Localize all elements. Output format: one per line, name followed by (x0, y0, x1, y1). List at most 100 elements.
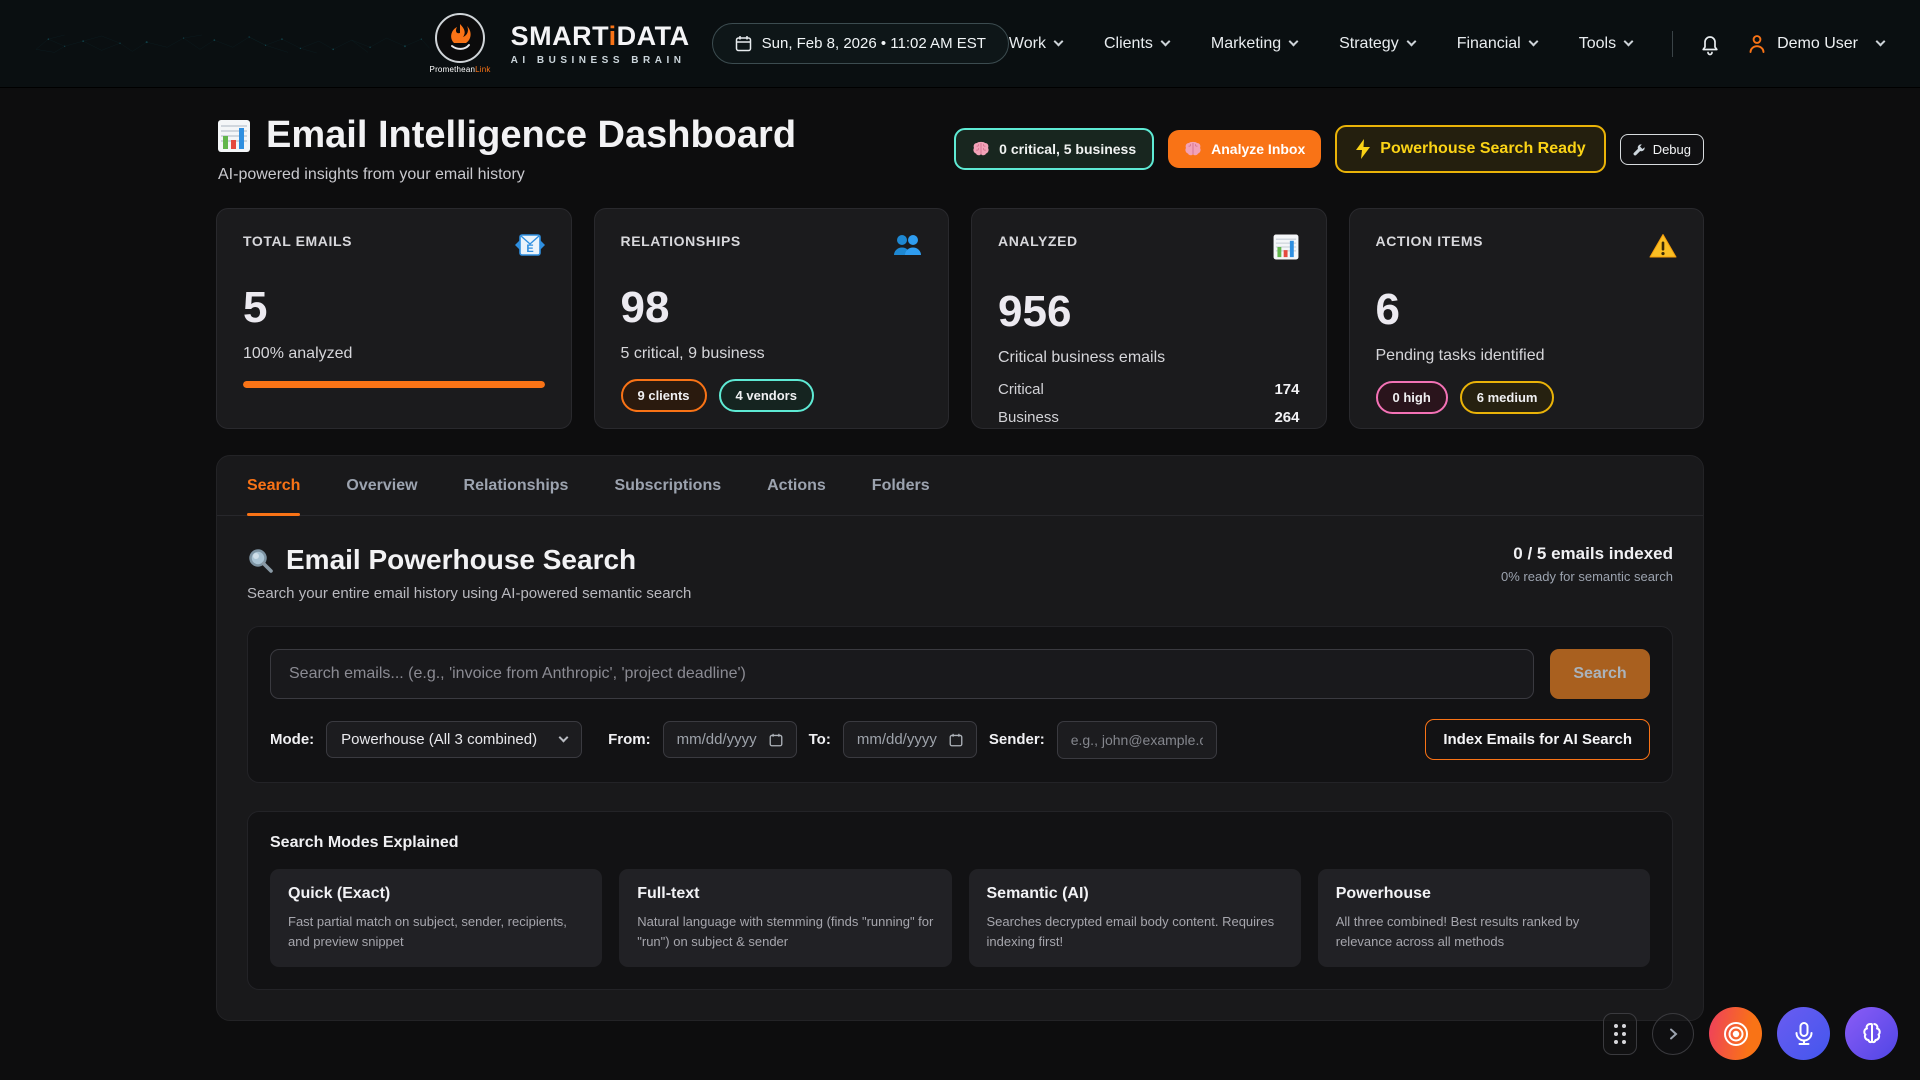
search-box-panel: Search Mode: Powerhouse (All 3 combined)… (247, 626, 1673, 783)
drag-handle-grid-button[interactable] (1603, 1013, 1637, 1055)
promethean-logo-icon (435, 13, 485, 63)
stats-row: TOTAL EMAILS E 5 100% analyzed RELATIONS… (216, 208, 1704, 429)
critical-count-row: Critical174 (998, 381, 1300, 398)
people-icon (892, 233, 922, 257)
tab-actions[interactable]: Actions (767, 456, 826, 515)
svg-text:E: E (526, 243, 533, 255)
vendors-pill: 4 vendors (719, 379, 814, 412)
brain-icon (1859, 1021, 1885, 1047)
powerhouse-ready-badge: Powerhouse Search Ready (1335, 125, 1605, 173)
floating-action-bar (1603, 1007, 1898, 1060)
chevron-down-icon (1528, 37, 1538, 47)
index-status: 0 / 5 emails indexed 0% ready for semant… (1501, 544, 1673, 584)
tab-relationships[interactable]: Relationships (464, 456, 569, 515)
microphone-icon (1791, 1021, 1817, 1047)
dashboard-tab-panel: Search Overview Relationships Subscripti… (216, 455, 1704, 1021)
indexed-count: 0 / 5 emails indexed (1501, 544, 1673, 564)
main-content: Email Intelligence Dashboard AI-powered … (216, 88, 1704, 1021)
nav-item-clients[interactable]: Clients (1104, 35, 1169, 53)
mode-card-fulltext: Full-text Natural language with stemming… (619, 869, 951, 967)
nav-right-group: Demo User (1672, 31, 1884, 57)
stat-value: 5 (243, 283, 545, 333)
to-date-input[interactable]: mm/dd/yyyy (843, 721, 977, 758)
nav-item-marketing[interactable]: Marketing (1211, 35, 1297, 53)
tab-folders[interactable]: Folders (872, 456, 930, 515)
chevron-down-icon (1289, 37, 1299, 47)
mode-card-quick: Quick (Exact) Fast partial match on subj… (270, 869, 602, 967)
brand-tagline: AI BUSINESS BRAIN (511, 55, 690, 66)
stat-card-action-items: ACTION ITEMS 6 Pending tasks identified … (1349, 208, 1705, 429)
search-tab-content: Email Powerhouse Search Search your enti… (217, 516, 1703, 1020)
stat-subtext: 100% analyzed (243, 345, 545, 363)
brain-fab-button[interactable] (1845, 1007, 1898, 1060)
user-name: Demo User (1777, 35, 1858, 53)
datetime-text: Sun, Feb 8, 2026 • 11:02 AM EST (762, 35, 986, 52)
search-mode-select[interactable]: Powerhouse (All 3 combined) (326, 721, 582, 758)
datetime-pill: Sun, Feb 8, 2026 • 11:02 AM EST (712, 23, 1009, 64)
bar-chart-icon (216, 118, 252, 154)
header-badges: 0 critical, 5 business Analyze Inbox Pow… (954, 125, 1704, 173)
warning-icon (1649, 233, 1677, 259)
network-background-decoration (36, 0, 430, 88)
high-priority-pill: 0 high (1376, 381, 1448, 414)
page-header: Email Intelligence Dashboard AI-powered … (216, 88, 1704, 184)
from-date-input[interactable]: mm/dd/yyyy (663, 721, 797, 758)
search-modes-panel: Search Modes Explained Quick (Exact) Fas… (247, 811, 1673, 990)
sender-label: Sender: (989, 731, 1045, 748)
clients-pill: 9 clients (621, 379, 707, 412)
stat-card-relationships: RELATIONSHIPS 98 5 critical, 9 business … (594, 208, 950, 429)
search-button[interactable]: Search (1550, 649, 1650, 699)
calendar-icon (769, 733, 783, 747)
tab-subscriptions[interactable]: Subscriptions (614, 456, 721, 515)
analyzed-progress-fill (243, 381, 545, 388)
user-menu[interactable]: Demo User (1747, 33, 1884, 55)
logo-caption: PrometheanLink (430, 65, 491, 74)
to-label: To: (809, 731, 831, 748)
main-navigation: Work Clients Marketing Strategy Financia… (1009, 35, 1632, 53)
target-fab-button[interactable] (1709, 1007, 1762, 1060)
brand-text: SMARTiDATA AI BUSINESS BRAIN (511, 21, 690, 66)
stat-subtext: Critical business emails (998, 349, 1300, 367)
stat-value: 956 (998, 287, 1300, 337)
chevron-down-icon (559, 733, 569, 743)
status-badge: 0 critical, 5 business (954, 128, 1154, 170)
nav-item-work[interactable]: Work (1009, 35, 1062, 53)
business-count-row: Business264 (998, 409, 1300, 426)
brand-logo: PrometheanLink (430, 13, 491, 74)
tab-search[interactable]: Search (247, 456, 300, 515)
stat-label: TOTAL EMAILS (243, 233, 352, 249)
from-label: From: (608, 731, 651, 748)
search-modes-title: Search Modes Explained (270, 834, 1650, 852)
medium-priority-pill: 6 medium (1460, 381, 1555, 414)
indexed-ready-percent: 0% ready for semantic search (1501, 569, 1673, 584)
brand-name: SMARTiDATA (511, 21, 690, 52)
sender-input[interactable] (1057, 721, 1217, 759)
nav-item-tools[interactable]: Tools (1579, 35, 1632, 53)
search-input[interactable] (270, 649, 1534, 699)
brain-icon (1184, 141, 1202, 157)
target-icon (1722, 1020, 1750, 1048)
stat-label: ANALYZED (998, 233, 1078, 249)
collapse-chevron-button[interactable] (1652, 1013, 1694, 1055)
wrench-icon (1633, 143, 1646, 156)
mode-card-semantic: Semantic (AI) Searches decrypted email b… (969, 869, 1301, 967)
tab-overview[interactable]: Overview (346, 456, 417, 515)
title-block: Email Intelligence Dashboard AI-powered … (216, 114, 796, 184)
analyze-inbox-button[interactable]: Analyze Inbox (1168, 130, 1321, 168)
nav-item-strategy[interactable]: Strategy (1339, 35, 1415, 53)
lightning-icon (1355, 139, 1371, 159)
page-subtitle: AI-powered insights from your email hist… (218, 166, 796, 184)
chevron-down-icon (1054, 37, 1064, 47)
top-bar: PrometheanLink SMARTiDATA AI BUSINESS BR… (0, 0, 1920, 88)
debug-button[interactable]: Debug (1620, 134, 1704, 165)
user-icon (1747, 33, 1767, 55)
chevron-down-icon (1406, 37, 1416, 47)
notifications-bell-icon[interactable] (1699, 32, 1721, 56)
index-emails-button[interactable]: Index Emails for AI Search (1425, 719, 1650, 760)
chevron-right-icon (1667, 1028, 1679, 1040)
brain-icon (972, 141, 990, 157)
mode-card-powerhouse: Powerhouse All three combined! Best resu… (1318, 869, 1650, 967)
chevron-down-icon (1624, 37, 1634, 47)
microphone-fab-button[interactable] (1777, 1007, 1830, 1060)
nav-item-financial[interactable]: Financial (1457, 35, 1537, 53)
